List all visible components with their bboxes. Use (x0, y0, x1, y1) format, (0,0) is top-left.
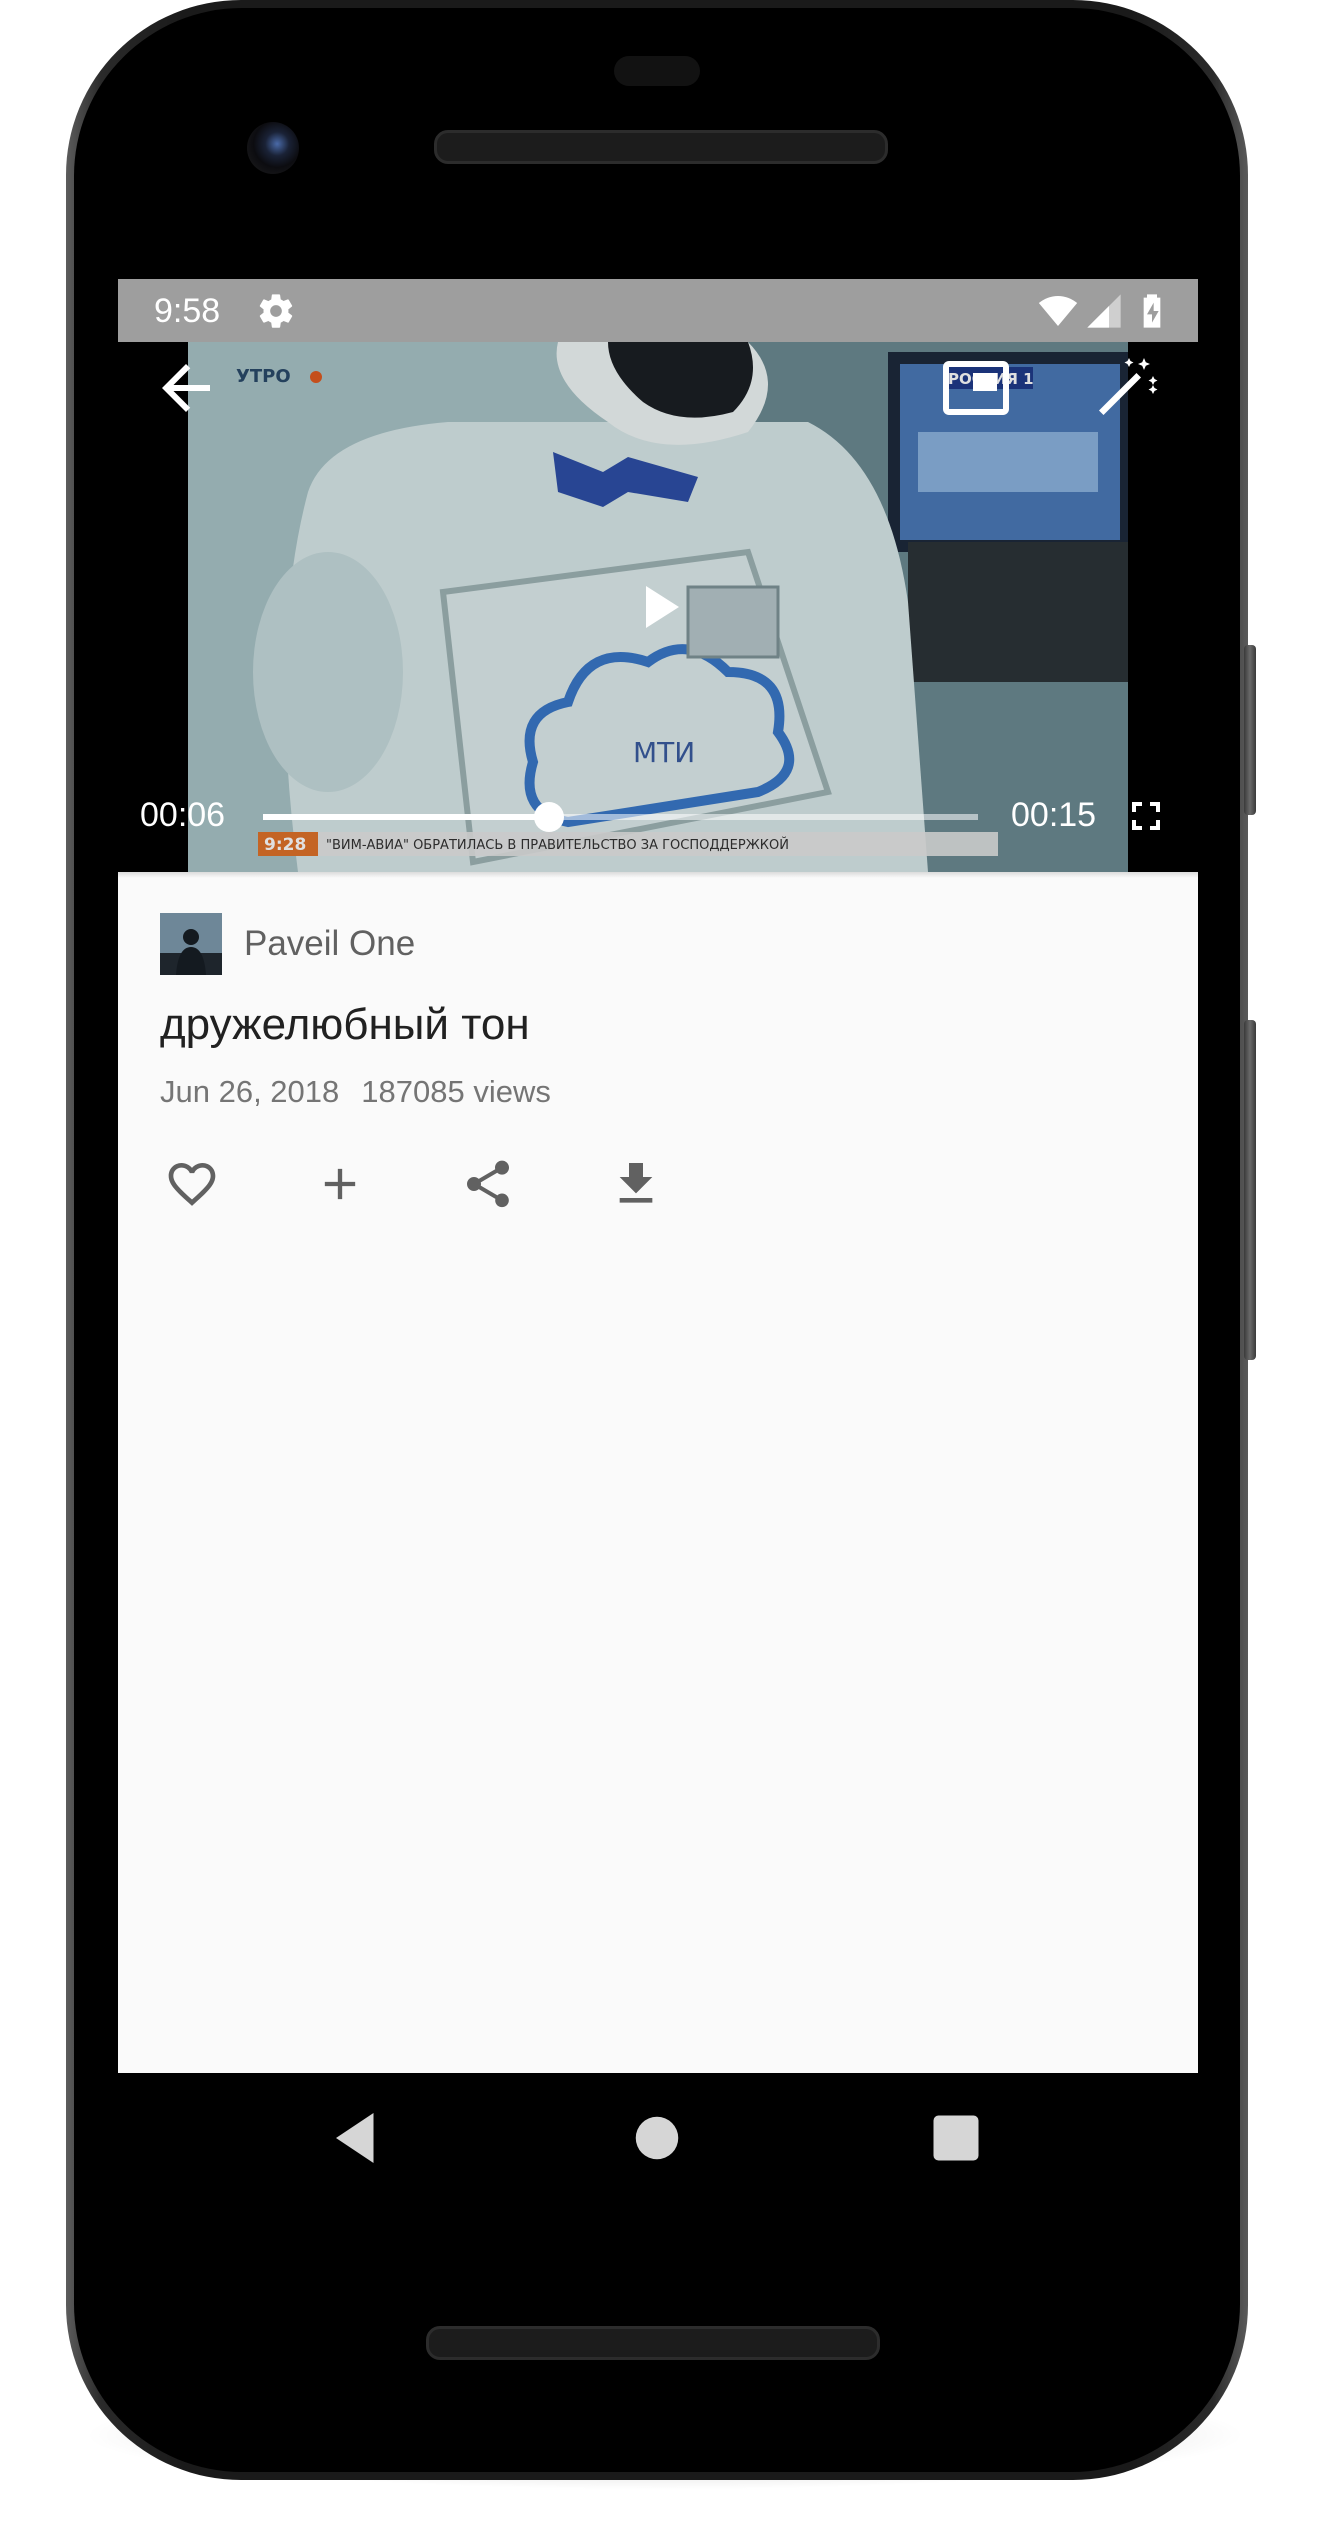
status-bar: 9:58 (118, 279, 1198, 342)
video-details: Paveil One дружелюбный тон Jun 26, 2018 1… (118, 872, 1198, 2073)
magic-wand-icon[interactable] (1090, 352, 1162, 424)
download-icon (619, 1163, 653, 1203)
seek-bar[interactable] (263, 802, 978, 832)
top-sensor (614, 56, 700, 86)
device-mockup: 9:58 МТИ УТРО 1 9:28 "ВИМ-АВИА" ОБРАТИЛА… (0, 0, 1330, 2532)
video-title: дружелюбный тон (160, 1000, 530, 1049)
channel-row[interactable]: Paveil One (160, 912, 415, 976)
screen: 9:58 МТИ УТРО 1 9:28 "ВИМ-АВИА" ОБРАТИЛА… (118, 279, 1198, 2073)
status-time: 9:58 (154, 292, 221, 330)
home-circle-icon[interactable] (627, 2108, 687, 2168)
recents-square-icon[interactable] (926, 2108, 986, 2168)
add-icon (324, 1168, 356, 1200)
picture-in-picture-icon[interactable] (940, 352, 1012, 424)
upload-date: Jun 26, 2018 (160, 1074, 340, 1109)
avatar-image (160, 913, 222, 975)
back-triangle-icon[interactable] (326, 2108, 386, 2168)
seek-thumb[interactable] (534, 802, 564, 832)
battery-charging-icon (1143, 294, 1161, 328)
share-icon (467, 1160, 509, 1208)
share-button[interactable] (456, 1152, 520, 1216)
back-arrow-icon[interactable] (150, 352, 222, 424)
add-to-playlist-button[interactable] (308, 1152, 372, 1216)
video-player[interactable]: МТИ УТРО РОССИЯ 1 9:28 "ВИМ-АВИА" ОБРАТИ… (118, 342, 1198, 872)
power-button (1244, 645, 1256, 815)
seek-progress (263, 814, 549, 820)
action-bar (160, 1152, 752, 1216)
like-button[interactable] (160, 1152, 224, 1216)
fullscreen-icon[interactable] (1122, 792, 1170, 840)
channel-name[interactable]: Paveil One (244, 924, 415, 964)
cell-signal-icon (1087, 294, 1121, 328)
wifi-icon (1038, 296, 1078, 326)
settings-icon (259, 294, 293, 328)
video-meta: Jun 26, 2018 187085 views (160, 1072, 551, 1112)
channel-avatar[interactable] (160, 913, 222, 975)
bottom-speaker (426, 2326, 880, 2360)
volume-button (1244, 1020, 1256, 1360)
view-count: 187085 views (361, 1074, 551, 1109)
player-shadow (118, 872, 1198, 878)
play-icon[interactable] (622, 571, 694, 643)
earpiece-speaker (434, 130, 888, 164)
download-button[interactable] (604, 1152, 668, 1216)
heart-icon (168, 1163, 216, 1206)
current-time: 00:06 (140, 796, 226, 834)
duration-time: 00:15 (1011, 796, 1097, 834)
front-camera (247, 122, 299, 174)
